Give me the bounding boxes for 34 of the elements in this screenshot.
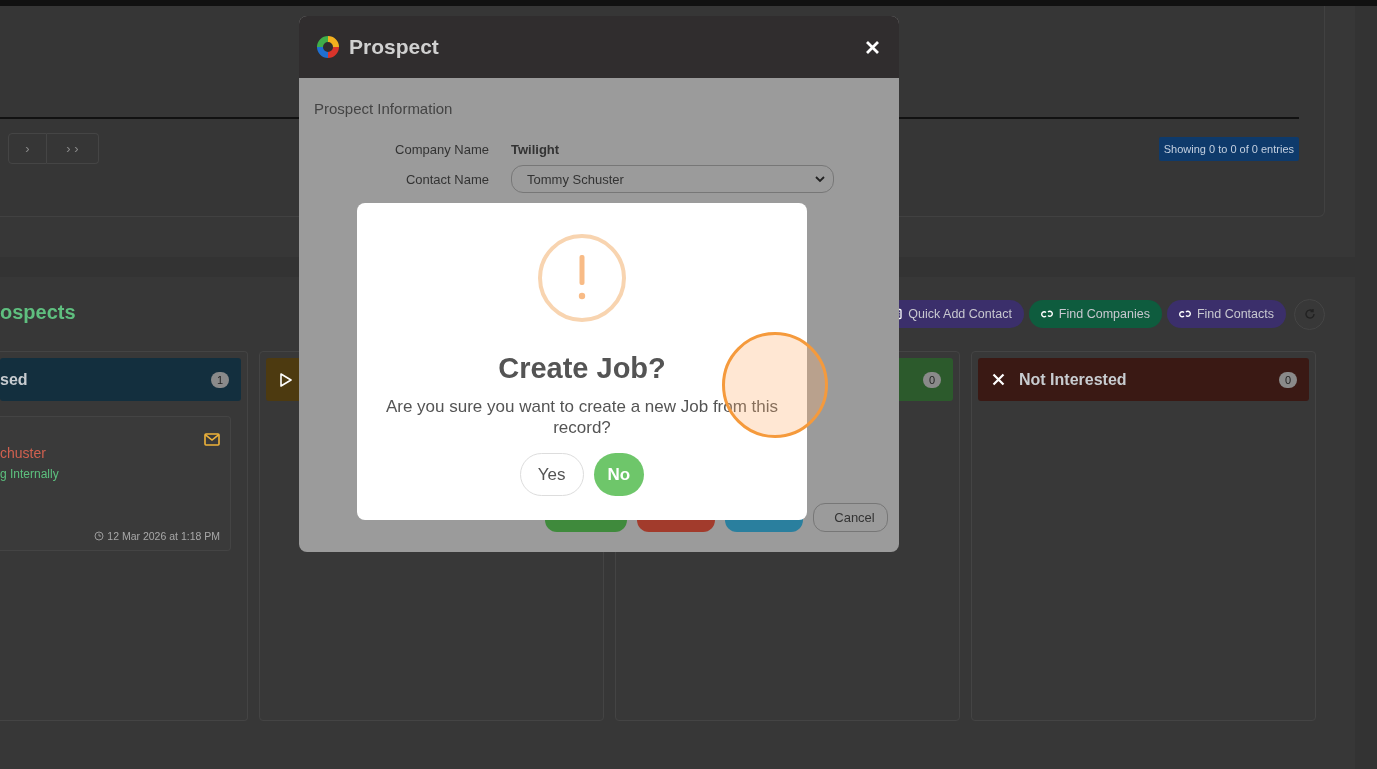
- field-value: Twilight: [511, 142, 560, 157]
- timestamp: 12 Mar 2026 at 1:18 PM: [107, 530, 220, 542]
- cancel-button[interactable]: Cancel: [813, 503, 888, 532]
- pagination-button[interactable]: › ›: [47, 133, 99, 164]
- dialog-title: Prospect: [349, 35, 439, 59]
- warning-icon: [538, 234, 626, 322]
- dialog-title: Create Job?: [498, 351, 666, 386]
- count-badge: 0: [1278, 371, 1297, 388]
- logo-icon: [315, 34, 341, 60]
- link-icon: [1040, 308, 1053, 320]
- section-title: ospects: [0, 300, 76, 324]
- chevron-down-icon: [815, 175, 825, 183]
- option-button[interactable]: Yes: [519, 453, 584, 496]
- close-icon: [865, 39, 880, 55]
- link-icon: [1178, 308, 1191, 320]
- close-icon: [992, 373, 1005, 386]
- clock-icon: [94, 531, 105, 541]
- column-title: Not Interested: [1019, 370, 1127, 389]
- mail-icon: [204, 433, 220, 446]
- count-badge: 1: [210, 371, 229, 388]
- section-heading: Prospect Information: [314, 100, 454, 117]
- field-label: Contact Name: [404, 171, 489, 187]
- find-button[interactable]: Find Contacts: [1166, 300, 1286, 328]
- count-badge: 0: [922, 371, 941, 388]
- prospect-card[interactable]: chuster g Internally 12 Mar 2026 at 1:18 PM: [0, 416, 231, 551]
- entries-info: Showing 0 to 0 of 0 entries: [1158, 137, 1299, 161]
- contact-name: chuster: [0, 445, 47, 461]
- pagination-button[interactable]: ›: [8, 133, 47, 164]
- contact-select[interactable]: Tommy Schuster: [511, 165, 834, 193]
- play-icon: [280, 372, 292, 387]
- find-button[interactable]: Find Companies: [1028, 300, 1162, 328]
- field-label: Company Name: [394, 142, 489, 157]
- status-label: g Internally: [0, 467, 59, 481]
- column-title: sed: [0, 370, 28, 389]
